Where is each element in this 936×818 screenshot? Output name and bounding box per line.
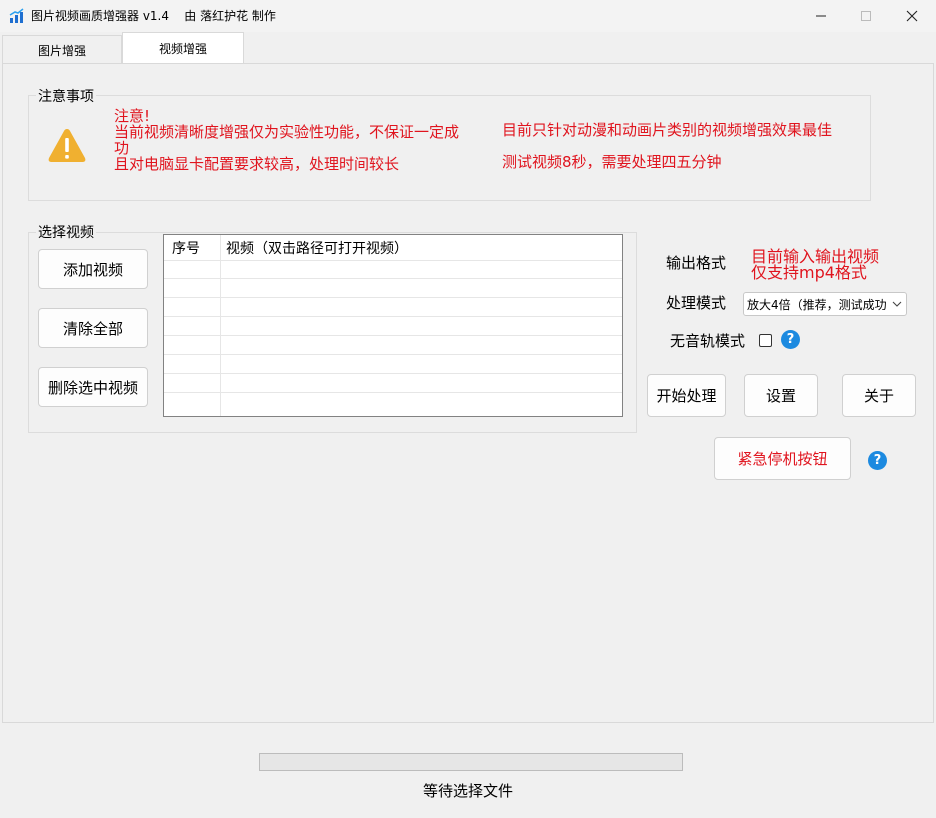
start-button[interactable]: 开始处理 — [647, 374, 726, 417]
warning-icon — [48, 129, 86, 162]
video-list[interactable]: 序号 视频（双击路径可打开视频） — [163, 234, 623, 417]
settings-button[interactable]: 设置 — [744, 374, 818, 417]
tab-video-enhance[interactable]: 视频增强 — [122, 32, 244, 64]
clear-all-button[interactable]: 清除全部 — [38, 308, 148, 348]
close-icon — [906, 10, 918, 22]
row-divider — [164, 373, 622, 374]
column-header-video[interactable]: 视频（双击路径可打开视频） — [226, 238, 408, 258]
notice-line-2: 当前视频清晰度增强仅为实验性功能，不保证一定成 — [114, 123, 460, 141]
notice-right-line-1: 目前只针对动漫和动画片类别的视频增强效果最佳 — [502, 121, 833, 139]
help-icon[interactable]: ? — [868, 451, 887, 470]
notice-group — [28, 95, 871, 201]
chevron-down-icon — [890, 297, 904, 311]
window-title: 图片视频画质增强器 v1.4 由 落红护花 制作 — [31, 9, 276, 23]
notice-line-4: 且对电脑显卡配置要求较高，处理时间较长 — [114, 155, 400, 173]
row-divider — [164, 278, 622, 279]
column-divider — [220, 235, 221, 416]
minimize-button[interactable] — [798, 0, 844, 32]
no-audio-label: 无音轨模式 — [670, 332, 746, 350]
title-bar: 图片视频画质增强器 v1.4 由 落红护花 制作 — [0, 0, 936, 32]
row-divider — [164, 297, 622, 298]
mode-select-value: 放大4倍（推荐，测试成功 — [747, 297, 887, 312]
tab-strip: 图片增强 视频增强 — [0, 32, 936, 64]
app-chart-icon — [9, 8, 24, 23]
row-divider — [164, 316, 622, 317]
no-audio-checkbox[interactable] — [759, 334, 772, 347]
about-button[interactable]: 关于 — [842, 374, 916, 417]
maximize-icon — [861, 11, 871, 21]
column-header-index[interactable]: 序号 — [172, 238, 200, 258]
emergency-stop-button[interactable]: 紧急停机按钮 — [714, 437, 851, 480]
mode-label: 处理模式 — [666, 294, 727, 312]
delete-selected-button[interactable]: 删除选中视频 — [38, 367, 148, 407]
close-button[interactable] — [889, 0, 935, 32]
minimize-icon — [816, 15, 826, 17]
row-divider — [164, 335, 622, 336]
notice-group-label: 注意事项 — [36, 86, 96, 106]
row-divider — [164, 260, 622, 261]
row-divider — [164, 392, 622, 393]
tab-image-enhance[interactable]: 图片增强 — [2, 35, 122, 64]
help-icon[interactable]: ? — [781, 330, 800, 349]
notice-right-line-2: 测试视频8秒，需要处理四五分钟 — [502, 153, 722, 171]
row-divider — [164, 354, 622, 355]
output-format-note-2: 仅支持mp4格式 — [751, 263, 867, 282]
mode-select[interactable]: 放大4倍（推荐，测试成功 — [743, 292, 907, 316]
output-format-label: 输出格式 — [666, 254, 727, 272]
progress-bar — [259, 753, 683, 771]
add-video-button[interactable]: 添加视频 — [38, 249, 148, 289]
status-text: 等待选择文件 — [422, 782, 513, 800]
video-select-group-label: 选择视频 — [36, 222, 96, 242]
maximize-button[interactable] — [843, 0, 889, 32]
